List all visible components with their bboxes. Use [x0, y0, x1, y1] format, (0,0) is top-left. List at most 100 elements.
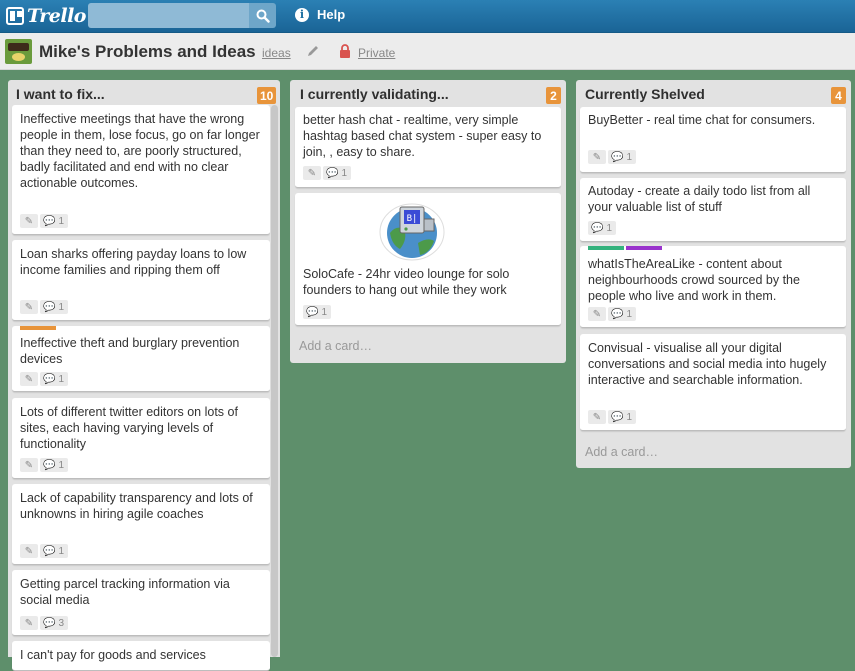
list-item[interactable]: better hash chat - realtime, very simple… — [295, 107, 561, 188]
card-count-badge: 10 — [257, 87, 277, 104]
comment-count: 1 — [626, 308, 633, 320]
comment-count-badge: 💬 3 — [40, 616, 69, 630]
comment-icon: 💬 — [43, 215, 56, 227]
comment-icon: 💬 — [326, 167, 339, 179]
list-item[interactable]: whatIsTheAreaLike - content about neighb… — [580, 246, 846, 328]
card-title: better hash chat - realtime, very simple… — [303, 113, 542, 159]
card-label-purple — [626, 246, 662, 250]
card-badges: ✎ 💬 1 — [20, 458, 69, 472]
search-button[interactable] — [249, 3, 276, 28]
list-item[interactable]: Lack of capability transparency and lots… — [12, 484, 270, 565]
list-item[interactable]: Lots of different twitter editors on lot… — [12, 398, 270, 479]
comment-count: 1 — [58, 459, 65, 471]
card-title: whatIsTheAreaLike - content about neighb… — [588, 257, 800, 303]
list-item[interactable]: Autoday - create a daily todo list from … — [580, 178, 846, 242]
comment-count-badge: 💬 1 — [608, 307, 637, 321]
list-item[interactable]: Loan sharks offering payday loans to low… — [12, 240, 270, 321]
board-header: Mike's Problems and Ideas ideas Private — [0, 33, 855, 70]
pencil-icon[interactable]: ✎ — [20, 372, 38, 386]
board-org-link[interactable]: ideas — [262, 46, 291, 60]
comment-count-badge: 💬 1 — [608, 410, 637, 424]
comment-icon: 💬 — [611, 411, 624, 423]
pencil-icon[interactable]: ✎ — [20, 458, 38, 472]
lock-icon — [340, 44, 350, 58]
search-input[interactable] — [88, 3, 249, 28]
list-scrollbar[interactable] — [271, 105, 278, 657]
list-item[interactable]: Ineffective meetings that have the wrong… — [12, 105, 270, 235]
pencil-icon[interactable]: ✎ — [303, 166, 321, 180]
comment-icon: 💬 — [43, 301, 56, 313]
card-title: Ineffective meetings that have the wrong… — [20, 112, 260, 190]
list-item[interactable]: B| SoloCafe - 24hr video lounge for solo… — [295, 193, 561, 326]
trello-board-icon — [6, 7, 24, 25]
comment-count-badge: 💬 1 — [40, 214, 69, 228]
list-item[interactable]: Convisual - visualise all your digital c… — [580, 334, 846, 431]
comment-icon: 💬 — [611, 308, 624, 320]
pencil-icon[interactable]: ✎ — [20, 214, 38, 228]
card-badges: 💬 1 — [588, 221, 617, 235]
search-box — [88, 3, 276, 28]
comment-count-badge: 💬 1 — [40, 544, 69, 558]
card-count-badge: 4 — [831, 87, 846, 104]
card-title: Lots of different twitter editors on lot… — [20, 405, 238, 451]
card-badges: ✎ 💬 1 — [588, 307, 637, 321]
card-badges: ✎ 💬 1 — [20, 544, 69, 558]
comment-count: 1 — [341, 167, 348, 179]
pencil-icon[interactable]: ✎ — [588, 150, 606, 164]
card-badges: ✎ 💬 1 — [588, 150, 637, 164]
card-title: BuyBetter - real time chat for consumers… — [588, 113, 816, 127]
comment-count: 1 — [626, 411, 633, 423]
help-label: Help — [317, 7, 346, 22]
card-label-orange — [20, 326, 56, 330]
comment-count: 1 — [58, 373, 65, 385]
top-header-bar: Trello i Help — [0, 0, 855, 33]
computer-sticker-icon: B| — [379, 203, 445, 261]
comment-count: 1 — [626, 151, 633, 163]
board-avatar[interactable] — [5, 39, 32, 64]
card-title: Autoday - create a daily todo list from … — [588, 184, 811, 214]
pencil-icon[interactable]: ✎ — [20, 616, 38, 630]
help-link[interactable]: i Help — [295, 7, 345, 22]
board-visibility-link[interactable]: Private — [358, 46, 395, 60]
board-title[interactable]: Mike's Problems and Ideas — [39, 42, 256, 62]
card-badges: ✎ 💬 1 — [20, 300, 69, 314]
list-i-want-to-fix: I want to fix... 10 Ineffective meetings… — [8, 80, 280, 671]
list-item[interactable]: Ineffective theft and burglary preventio… — [12, 326, 270, 392]
trello-logo[interactable]: Trello — [6, 5, 86, 27]
comment-count-badge: 💬 1 — [608, 150, 637, 164]
comment-icon: 💬 — [43, 373, 56, 385]
list-currently-shelved: Currently Shelved 4 BuyBetter - real tim… — [576, 80, 851, 468]
pencil-icon[interactable] — [306, 44, 320, 58]
card-badges: ✎ 💬 1 — [20, 214, 69, 228]
card-title: I can't pay for goods and services — [20, 648, 206, 662]
comment-count-badge: 💬 1 — [40, 372, 69, 386]
list-title[interactable]: Currently Shelved — [585, 86, 705, 102]
list-item[interactable]: I can't pay for goods and services — [12, 641, 270, 671]
search-icon — [256, 9, 270, 23]
pencil-icon[interactable]: ✎ — [20, 544, 38, 558]
card-title: Convisual - visualise all your digital c… — [588, 341, 827, 387]
comment-count-badge: 💬 1 — [40, 458, 69, 472]
list-item[interactable]: Getting parcel tracking information via … — [12, 570, 270, 636]
comment-count: 3 — [58, 617, 65, 629]
list-title[interactable]: I want to fix... — [16, 86, 105, 102]
pencil-icon[interactable]: ✎ — [588, 307, 606, 321]
card-title: SoloCafe - 24hr video lounge for solo fo… — [303, 267, 510, 297]
card-badges: ✎ 💬 1 — [588, 410, 637, 424]
add-card-link[interactable]: Add a card… — [299, 339, 372, 353]
list-title[interactable]: I currently validating... — [300, 86, 449, 102]
pencil-icon[interactable]: ✎ — [588, 410, 606, 424]
pencil-icon[interactable]: ✎ — [20, 300, 38, 314]
list-i-currently-validating: I currently validating... 2 better hash … — [290, 80, 566, 363]
card-title: Ineffective theft and burglary preventio… — [20, 336, 240, 366]
card-count-badge: 2 — [546, 87, 561, 104]
list-item[interactable]: BuyBetter - real time chat for consumers… — [580, 107, 846, 173]
card-title: Loan sharks offering payday loans to low… — [20, 247, 247, 277]
comment-count-badge: 💬 1 — [588, 221, 617, 235]
comment-icon: 💬 — [43, 617, 56, 629]
comment-count: 1 — [606, 222, 613, 234]
comment-icon: 💬 — [306, 306, 319, 318]
card-badges: ✎ 💬 1 — [20, 372, 69, 386]
comment-icon: 💬 — [43, 545, 56, 557]
add-card-link[interactable]: Add a card… — [585, 445, 658, 459]
